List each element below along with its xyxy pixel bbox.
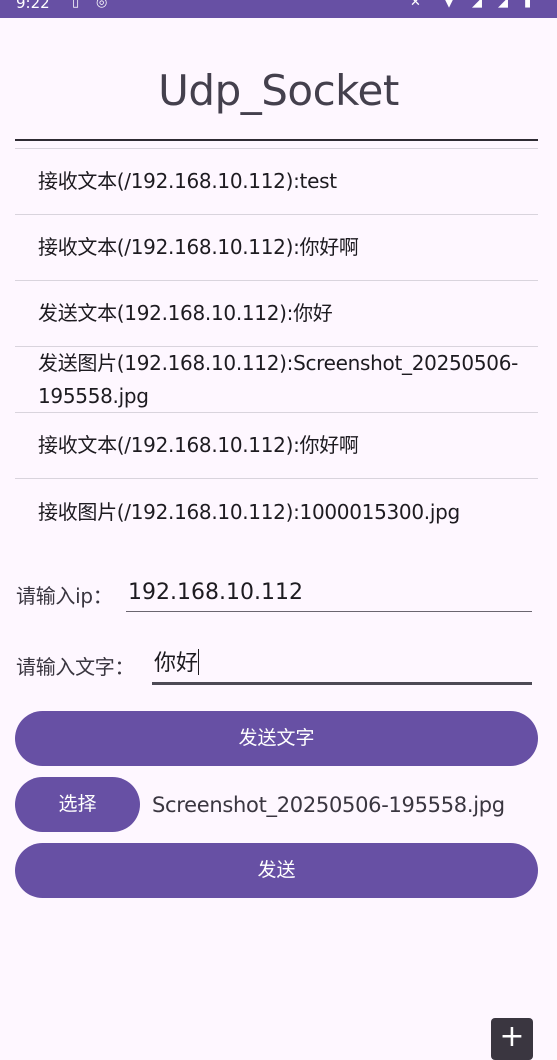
text-cursor	[198, 649, 200, 675]
list-item[interactable]: 接收文本(/192.168.10.112):你好啊	[15, 215, 538, 281]
add-button[interactable]: +	[491, 1018, 533, 1060]
ip-input-value: 192.168.10.112	[128, 580, 303, 605]
list-item[interactable]: 接收图片(/192.168.10.112):1000015300.jpg	[15, 479, 538, 545]
send-text-button[interactable]: 发送文字	[15, 711, 538, 766]
message-text: 接收文本(/192.168.10.112):test	[38, 169, 337, 193]
list-item[interactable]: 发送文本(192.168.10.112):你好	[15, 281, 538, 347]
message-text: 接收图片(/192.168.10.112):1000015300.jpg	[38, 499, 460, 524]
wifi-icon: ▼	[444, 0, 454, 10]
status-time: 9:22	[16, 0, 50, 12]
plus-icon: +	[499, 1019, 525, 1054]
status-bar: 9:22 ▯ ◎ ✕ ▼ ◢ ◢ ▮	[0, 0, 557, 18]
choose-button-label: 选择	[58, 793, 97, 815]
page-title: Udp_Socket	[158, 66, 399, 115]
message-list[interactable]: 接收文本(/192.168.10.112):test 接收文本(/192.168…	[15, 148, 538, 545]
message-text: 接收文本(/192.168.10.112):你好啊	[38, 433, 359, 457]
sim-icon: ▯	[72, 0, 80, 10]
title-divider	[15, 139, 538, 141]
send-button-label: 发送	[257, 859, 296, 881]
ip-label: 请输入ip：	[16, 584, 113, 608]
ip-input[interactable]: 192.168.10.112	[126, 579, 532, 612]
selected-file-name: Screenshot_20250506-195558.jpg	[152, 793, 505, 817]
send-text-button-label: 发送文字	[238, 727, 315, 749]
message-text: 发送图片(192.168.10.112):Screenshot_20250506…	[38, 350, 519, 408]
list-item[interactable]: 接收文本(/192.168.10.112):test	[15, 149, 538, 215]
battery-icon: ▮	[524, 0, 532, 10]
text-input-value: 你好	[154, 651, 199, 676]
send-button[interactable]: 发送	[15, 843, 538, 898]
mute-icon: ✕	[410, 0, 421, 10]
list-item[interactable]: 接收文本(/192.168.10.112):你好啊	[15, 413, 538, 479]
choose-button[interactable]: 选择	[15, 777, 140, 832]
signal-icon: ◢	[498, 0, 508, 10]
message-text: 发送文本(192.168.10.112):你好	[38, 301, 333, 325]
text-label: 请输入文字：	[16, 655, 135, 679]
message-text: 接收文本(/192.168.10.112):你好啊	[38, 235, 359, 259]
list-item[interactable]: 发送图片(192.168.10.112):Screenshot_20250506…	[15, 347, 538, 413]
signal-icon: ◢	[472, 0, 482, 10]
sync-icon: ◎	[96, 0, 108, 10]
text-input[interactable]: 你好	[152, 649, 532, 685]
